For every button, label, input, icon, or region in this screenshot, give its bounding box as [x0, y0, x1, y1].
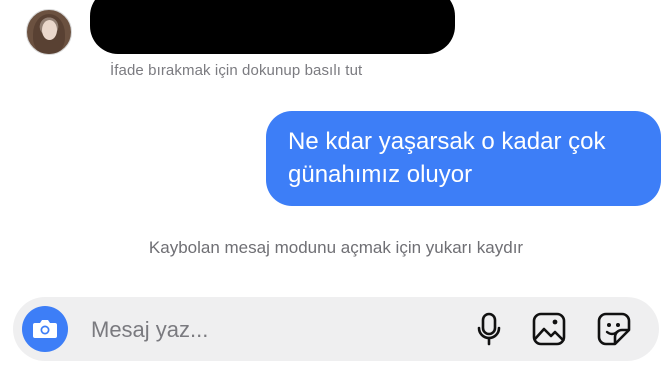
avatar-face — [42, 20, 57, 40]
gallery-button[interactable] — [531, 311, 567, 347]
sent-message-bubble[interactable]: Ne kdar yaşarsak o kadar çok günahımız o… — [266, 111, 661, 206]
camera-icon — [33, 320, 57, 338]
gallery-icon — [532, 312, 566, 346]
sticker-button[interactable] — [596, 311, 632, 347]
contact-avatar[interactable] — [26, 9, 72, 55]
microphone-button[interactable] — [471, 311, 507, 347]
sticker-icon — [597, 312, 631, 346]
vanish-mode-hint: Kaybolan mesaj modunu açmak için yukarı … — [148, 238, 524, 257]
camera-button[interactable] — [22, 306, 68, 352]
message-input[interactable] — [89, 311, 423, 349]
react-hint-text: İfade bırakmak için dokunup basılı tut — [110, 62, 363, 79]
microphone-icon — [477, 312, 501, 346]
message-composer — [13, 297, 659, 361]
received-message-redacted[interactable] — [90, 0, 455, 54]
